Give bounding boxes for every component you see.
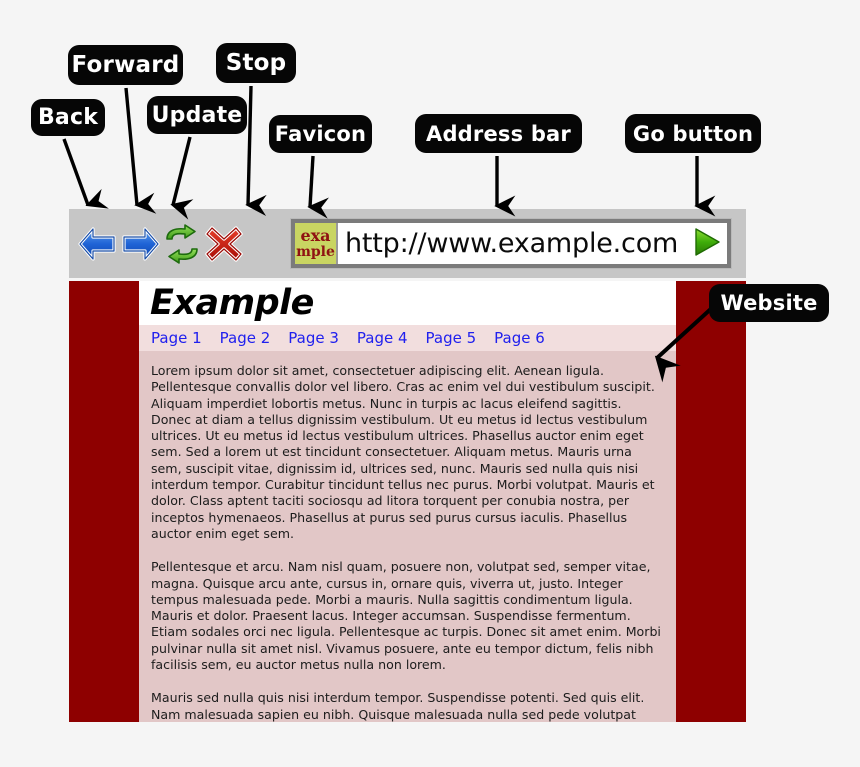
arrow-left-icon [78,226,118,261]
reload-button[interactable] [161,221,203,267]
favicon-text-top: exa [300,226,331,245]
callout-stop: Stop [216,43,296,83]
nav-link-page-3[interactable]: Page 3 [288,329,339,347]
callout-update-label: Update [151,102,243,128]
nav-link-page-2[interactable]: Page 2 [220,329,271,347]
page-nav: Page 1 Page 2 Page 3 Page 4 Page 5 Page … [139,325,676,351]
arrow-right-icon [120,226,160,261]
forward-button[interactable] [119,221,161,267]
callout-address-bar-label: Address bar [426,121,571,146]
callout-favicon-label: Favicon [274,122,367,146]
nav-link-page-4[interactable]: Page 4 [357,329,408,347]
favicon-icon[interactable]: exa mple [295,223,338,264]
refresh-icon [162,223,202,264]
web-page: Example Page 1 Page 2 Page 3 Page 4 Page… [139,281,676,722]
nav-link-page-5[interactable]: Page 5 [426,329,477,347]
go-button[interactable] [687,223,727,264]
page-header: Example [139,281,676,325]
page-title: Example [150,282,314,323]
address-bar-container: exa mple http://www.example.com [291,219,731,268]
nav-link-page-6[interactable]: Page 6 [494,329,545,347]
callout-forward-label: Forward [71,52,180,78]
nav-link-page-1[interactable]: Page 1 [151,329,202,347]
toolbar-row: exa mple http://www.example.com [69,209,746,278]
callout-update: Update [147,96,247,134]
play-triangle-icon [692,227,722,261]
page-paragraph: Mauris sed nulla quis nisi interdum temp… [151,690,645,722]
page-paragraph: Lorem ipsum dolor sit amet, consectetuer… [151,363,655,541]
page-body: Lorem ipsum dolor sit amet, consectetuer… [139,351,676,722]
back-button[interactable] [77,221,119,267]
browser-toolbar: exa mple http://www.example.com [69,209,746,278]
favicon-text-bottom: mple [296,244,335,260]
page-paragraph: Pellentesque et arcu. Nam nisl quam, pos… [151,559,661,673]
callout-website-label: Website [720,291,818,315]
stop-button[interactable] [203,221,245,267]
callout-website: Website [709,284,829,322]
stop-x-icon [204,224,244,264]
annotated-browser-diagram: Back Forward Update Stop Favicon Address… [0,0,860,767]
callout-back: Back [31,99,105,136]
website-viewport: Example Page 1 Page 2 Page 3 Page 4 Page… [69,281,746,722]
callout-stop-label: Stop [225,50,287,76]
callout-go-button-label: Go button [632,121,754,146]
callout-go-button: Go button [625,114,761,153]
callout-favicon: Favicon [269,115,372,153]
callout-back-label: Back [37,105,99,130]
address-input[interactable]: http://www.example.com [338,223,687,264]
callout-forward: Forward [68,45,183,85]
callout-address-bar: Address bar [415,114,582,153]
